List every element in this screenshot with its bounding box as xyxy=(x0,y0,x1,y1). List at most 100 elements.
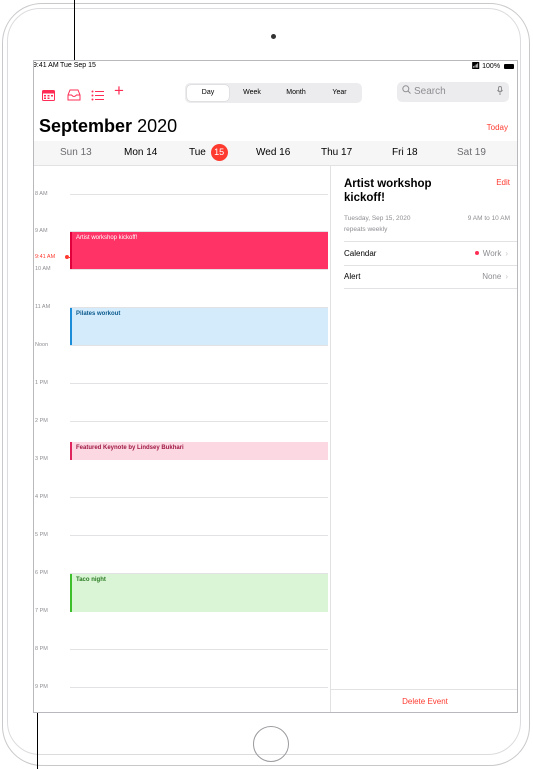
wifi-icon: 📶︎ xyxy=(471,63,481,70)
hour-line xyxy=(70,421,328,422)
event-artist-workshop[interactable]: Artist workshop kickoff! xyxy=(70,232,328,269)
hour-row: 10 AM xyxy=(34,266,330,272)
event-detail-pane: Artist workshop kickoff! Edit Tuesday, S… xyxy=(331,165,517,712)
alert-row-value[interactable]: None › xyxy=(482,272,508,281)
tab-week[interactable]: Week xyxy=(231,85,273,101)
hour-line xyxy=(70,535,328,536)
status-time: 9:41 AM xyxy=(33,62,59,69)
calendar-name: Work xyxy=(482,249,502,258)
event-pilates[interactable]: Pilates workout xyxy=(70,308,328,345)
hour-label: 8 AM xyxy=(35,191,48,197)
tab-year[interactable]: Year xyxy=(319,85,360,101)
week-day[interactable]: Mon 14 xyxy=(124,147,157,158)
add-event-button[interactable]: + xyxy=(114,81,124,101)
status-date: Tue Sep 15 xyxy=(60,62,96,69)
list-icon[interactable] xyxy=(91,86,104,106)
hour-label: 10 AM xyxy=(35,266,51,272)
hour-row: 4 PM xyxy=(34,494,330,500)
week-day[interactable]: Fri 18 xyxy=(392,147,418,158)
hour-label: 5 PM xyxy=(35,532,48,538)
battery-icon xyxy=(504,64,514,69)
hour-line xyxy=(70,649,328,650)
alert-row-label: Alert xyxy=(344,272,361,281)
detail-time: 9 AM to 10 AM xyxy=(467,215,510,222)
day-timeline[interactable]: 8 AM 9 AM 10 AM 11 AM Noon 1 PM 2 PM 3 P… xyxy=(34,165,331,712)
hour-label: 4 PM xyxy=(35,494,48,500)
calendar-row-value[interactable]: Work › xyxy=(474,249,508,258)
tab-day[interactable]: Day xyxy=(187,85,229,101)
hour-label: 1 PM xyxy=(35,380,48,386)
search-placeholder: Search xyxy=(414,86,446,97)
hour-row: 1 PM xyxy=(34,380,330,386)
hour-label: 11 AM xyxy=(35,304,51,310)
alert-value: None xyxy=(482,272,502,281)
toolbar: + Day Week Month Year Search xyxy=(34,79,517,109)
today-day-label: Tue xyxy=(189,147,206,159)
hour-line xyxy=(70,345,328,346)
event-title: Taco night xyxy=(76,577,106,583)
search-field[interactable]: Search xyxy=(397,82,509,102)
hour-label: 6 PM xyxy=(35,570,48,576)
delete-bar: Delete Event xyxy=(331,689,517,712)
battery-percent: 100% xyxy=(482,63,501,70)
search-icon xyxy=(402,82,411,102)
tab-month[interactable]: Month xyxy=(275,85,317,101)
event-title: Artist workshop kickoff! xyxy=(76,235,138,241)
divider xyxy=(344,265,517,266)
week-day[interactable]: Wed 16 xyxy=(256,147,290,158)
view-switcher: Day Week Month Year xyxy=(185,83,362,103)
edit-button[interactable]: Edit xyxy=(496,178,510,187)
hour-label: 9 AM xyxy=(35,228,48,234)
hour-row: 8 AM xyxy=(34,191,330,197)
today-button[interactable]: Today xyxy=(487,123,508,132)
detail-title: Artist workshop kickoff! xyxy=(344,178,432,204)
hour-row: 2 PM xyxy=(34,418,330,424)
hour-label: 8 PM xyxy=(35,646,48,652)
hour-line xyxy=(70,194,328,195)
hour-row: 8 PM xyxy=(34,646,330,652)
current-time-label: 9:41 AM xyxy=(35,254,56,260)
week-day[interactable]: Thu 17 xyxy=(321,147,352,158)
hour-row: 9 PM xyxy=(34,684,330,690)
month-title: September 2020 xyxy=(39,116,177,137)
microphone-icon[interactable] xyxy=(497,82,503,102)
hour-line xyxy=(70,269,328,270)
divider xyxy=(344,241,517,242)
hour-label: 7 PM xyxy=(35,608,48,614)
status-right: 📶︎ 100% xyxy=(471,62,514,70)
today-date-badge: 15 xyxy=(210,144,228,161)
event-keynote[interactable]: Featured Keynote by Lindsey Bukhari xyxy=(70,442,328,460)
event-title: Pilates workout xyxy=(76,311,121,317)
calendar-color-dot xyxy=(474,251,479,255)
detail-date: Tuesday, Sep 15, 2020 xyxy=(344,215,411,222)
month-name: September xyxy=(39,116,133,136)
week-day-today[interactable]: Tue 15 xyxy=(189,144,228,161)
calendar-screen: 9:41 AM Tue Sep 15 📶︎ 100% + Day Week Mo… xyxy=(33,60,518,713)
chevron-right-icon: › xyxy=(505,272,508,281)
calendars-icon[interactable] xyxy=(42,86,55,106)
hour-label: 2 PM xyxy=(35,418,48,424)
home-button[interactable] xyxy=(253,726,289,762)
month-year: 2020 xyxy=(137,116,178,136)
week-strip: Sun 13 Mon 14 Tue 15 Wed 16 Thu 17 Fri 1… xyxy=(34,141,517,166)
hour-line xyxy=(70,383,328,384)
hour-row: Noon xyxy=(34,342,330,348)
event-title: Featured Keynote by Lindsey Bukhari xyxy=(76,445,184,451)
week-day[interactable]: Sun 13 xyxy=(60,147,92,158)
hour-label: 3 PM xyxy=(35,456,48,462)
front-camera xyxy=(271,34,276,39)
hour-line xyxy=(70,497,328,498)
hour-label: Noon xyxy=(35,342,49,348)
inbox-icon[interactable] xyxy=(67,86,81,106)
status-bar: 9:41 AM Tue Sep 15 📶︎ 100% xyxy=(33,61,517,72)
divider xyxy=(344,288,517,289)
chevron-right-icon: › xyxy=(505,249,508,258)
hour-label: 9 PM xyxy=(35,684,48,690)
detail-repeat: repeats weekly xyxy=(344,226,388,233)
delete-event-button[interactable]: Delete Event xyxy=(331,697,517,706)
event-taco-night[interactable]: Taco night xyxy=(70,574,328,612)
ipad-device: 9:41 AM Tue Sep 15 📶︎ 100% + Day Week Mo… xyxy=(0,0,533,769)
week-day[interactable]: Sat 19 xyxy=(457,147,486,158)
calendar-row-label: Calendar xyxy=(344,249,377,258)
hour-line xyxy=(70,687,328,688)
